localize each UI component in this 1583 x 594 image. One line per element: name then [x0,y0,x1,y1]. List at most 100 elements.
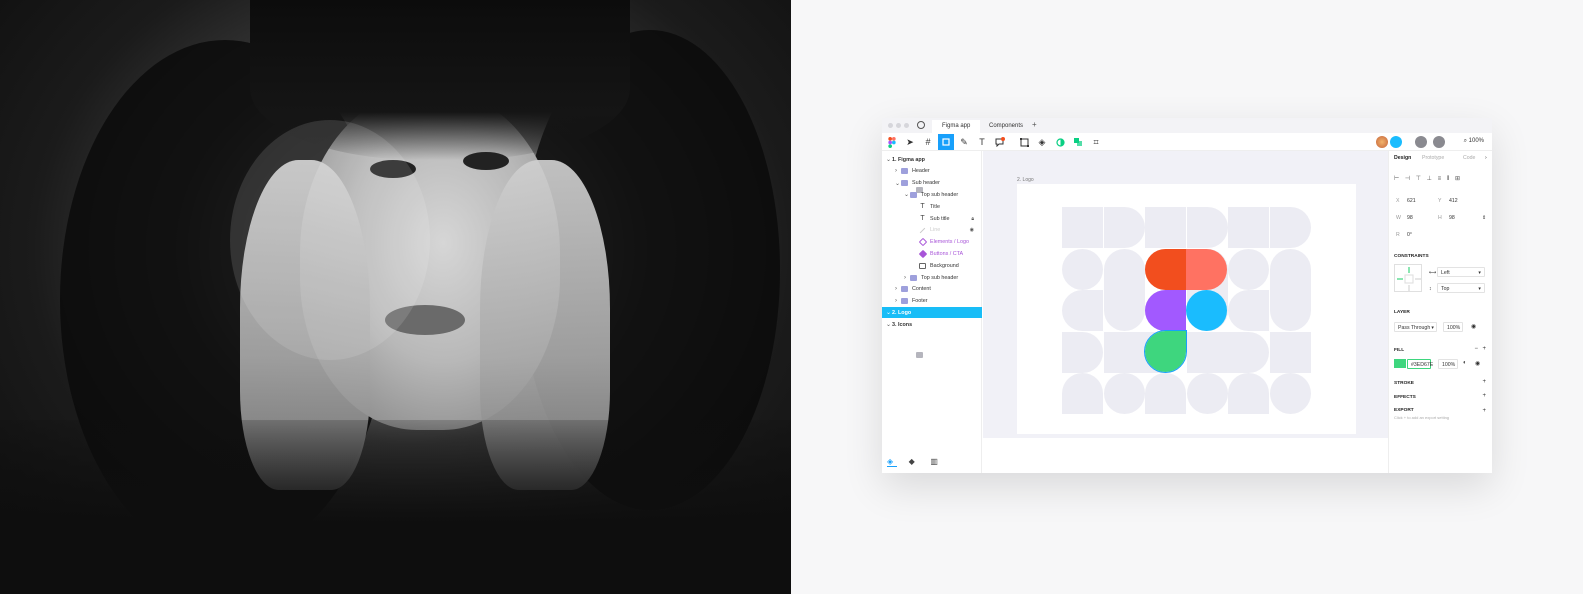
w-input[interactable]: 98 [1407,215,1413,221]
blend-mode-value: Pass Through [1398,325,1431,331]
user-avatar[interactable] [1376,136,1388,148]
layer-row[interactable]: Elements / Logo [882,237,982,248]
text-layer-icon: T [920,214,925,222]
pen-tool-icon[interactable]: ✎ [956,134,972,150]
boolean-tool-icon[interactable]: ◈ [1034,134,1050,150]
figma-window: Figma app Components + ➤ # ✎ T ◈ ⌗ ⌕ 100… [882,118,1492,473]
layer-name: Content [912,286,931,293]
chevron-right-icon[interactable]: › [1485,155,1487,161]
add-fill-icon[interactable]: + [1482,346,1486,352]
layer-row[interactable]: Background [882,260,982,271]
add-export-icon[interactable]: + [1482,408,1486,414]
layer-name: Sub title [930,215,950,222]
text-tool-icon[interactable]: T [974,134,990,150]
fill-opacity-value: 100% [1442,362,1456,368]
logo-green-shape [1144,330,1187,373]
layer-row[interactable]: T Title [882,201,982,212]
layers-icon[interactable]: ◈ [887,457,897,467]
vertical-constraint-select[interactable]: Top ▾ [1437,283,1485,293]
union-tool-icon[interactable] [1070,134,1086,150]
pattern-tile [1103,290,1145,331]
h-input[interactable]: 98 [1449,215,1455,221]
add-stroke-icon[interactable]: + [1482,379,1486,385]
zoom-level[interactable]: ⌕ 100% [1464,138,1484,145]
pattern-tile [1186,373,1228,414]
frame-layer-icon [916,340,923,347]
y-label: Y [1438,198,1442,204]
constraints-widget[interactable] [1394,264,1422,292]
layer-name: Background [930,262,959,269]
tab-design[interactable]: Design [1394,155,1411,161]
component-tool-icon[interactable] [1016,134,1032,150]
layer-row[interactable]: ⌄ 1. Figma app [882,154,982,193]
library-book-icon[interactable]: ▥ [930,457,940,467]
layer-name: Line [930,227,941,234]
layer-row[interactable]: ⌄ Top sub header [882,189,982,200]
add-effect-icon[interactable]: + [1482,393,1486,399]
layer-row[interactable]: › Content [882,284,982,295]
constrain-proportions-icon[interactable]: ⇕ [1482,215,1486,221]
window-close-dot[interactable] [888,123,893,128]
layer-visibility-eye-icon[interactable]: ◉ [1471,323,1476,330]
fill-visibility-eye-icon[interactable]: ◉ [1475,360,1480,367]
rectangle-tool-icon[interactable] [938,134,954,150]
alignment-tools[interactable]: ⊢ ⊣ ⊤ ⊥ ≡ ⦀ ⊞ [1394,175,1484,183]
layer-opacity-input[interactable]: 100% [1443,322,1463,332]
layer-row[interactable]: Line ◉ [882,225,982,236]
remove-fill-icon[interactable]: − [1474,346,1478,352]
rotation-input[interactable]: 0° [1407,232,1412,238]
eye-icon[interactable]: ◉ [970,227,974,233]
double-exposure-overlay [230,120,430,360]
move-tool-icon[interactable]: ➤ [902,134,918,150]
layer-row[interactable]: › Header [882,166,982,177]
x-input[interactable]: 621 [1407,198,1416,204]
tab-code[interactable]: Code [1463,155,1475,161]
tab-components[interactable]: Components [979,120,1033,133]
pattern-tile [1145,373,1186,414]
tab-prototype[interactable]: Prototype [1422,155,1444,161]
view-eye-icon[interactable] [1433,136,1445,148]
rect-layer-icon [919,262,926,269]
collaborator-avatar[interactable] [1390,136,1402,148]
layer-row[interactable]: › Top sub header [882,272,982,283]
canvas[interactable]: 2. Logo [983,151,1388,438]
layer-row[interactable]: ⌄ 3. Icons [882,319,982,359]
layer-row[interactable]: ⌄ 2. Logo [882,307,982,347]
tab-figma-app[interactable]: Figma app [932,120,981,133]
pattern-tile [1103,331,1145,373]
window-minimize-dot[interactable] [896,123,901,128]
window-maximize-dot[interactable] [904,123,909,128]
fill-hex-input[interactable]: #3ED67E [1407,359,1433,369]
layer-name: Footer [912,298,928,305]
pattern-tile [1228,331,1269,373]
position-row: X 621 Y 412 [1394,196,1489,206]
lock-icon[interactable]: 🔒︎ [971,216,974,222]
crop-tool-icon[interactable]: ⌗ [1088,134,1104,150]
blend-mode-select[interactable]: Pass Through ▾ [1394,322,1437,332]
layer-row[interactable]: › Footer [882,296,982,307]
effects-title: EFFECTS [1394,395,1416,400]
fill-style-icon[interactable]: ◐ [1463,360,1467,366]
layer-row[interactable]: ⌄ Sub header [882,178,982,189]
recent-clock-icon[interactable] [917,121,925,129]
vertical-constraint-value: Top [1441,286,1450,292]
frame-tool-icon[interactable]: # [920,134,936,150]
present-play-icon[interactable] [1415,136,1427,148]
horizontal-constraint-select[interactable]: Left ▾ [1437,267,1485,277]
mask-tool-icon[interactable] [1052,134,1068,150]
add-tab-button[interactable]: + [1032,120,1037,129]
logo-frame[interactable] [1017,184,1356,434]
fill-opacity-input[interactable]: 100% [1438,359,1458,369]
layer-row[interactable]: Buttons / CTA [882,248,982,259]
pattern-tile [1103,207,1145,248]
pattern-tile [1062,248,1103,290]
comment-tool-icon[interactable] [992,134,1008,150]
y-input[interactable]: 412 [1449,198,1458,204]
figma-menu-icon[interactable] [884,134,900,150]
assets-icon[interactable]: ◆ [909,457,919,467]
pattern-tile [1269,248,1311,290]
layer-row[interactable]: T Sub title 🔒︎ [882,213,982,224]
frame-label[interactable]: 2. Logo [1017,177,1034,183]
fill-color-swatch[interactable] [1394,359,1406,368]
layer-name: 3. Icons [892,321,913,328]
